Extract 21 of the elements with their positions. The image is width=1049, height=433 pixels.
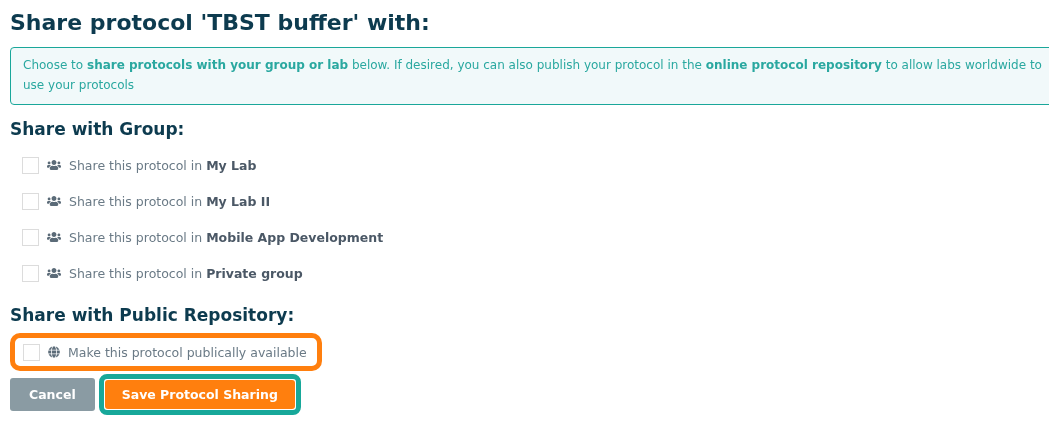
cancel-button[interactable]: Cancel — [10, 378, 95, 411]
checkbox[interactable] — [22, 264, 39, 282]
option-label: Make this protocol publically available — [68, 344, 307, 360]
page-title: Share protocol 'TBST buffer' with: — [10, 10, 431, 35]
save-button[interactable]: Save Protocol Sharing — [104, 380, 295, 409]
checkbox[interactable] — [22, 156, 39, 174]
checkbox[interactable] — [22, 228, 39, 246]
option-label: Share this protocol in My Lab — [69, 157, 257, 173]
section-heading: Share with Public Repository: — [10, 305, 296, 325]
group-icon — [47, 266, 61, 280]
info-message: Choose to share protocols with your group or lab below. If desired, you can also publish your protocol in the online protocol repository to allow labs worldwide to use your protocols — [10, 47, 1049, 105]
group-icon — [47, 158, 61, 172]
group-icon — [47, 230, 61, 244]
checkbox[interactable] — [23, 343, 40, 361]
option-label: Share this protocol in Private group — [69, 265, 303, 281]
section-heading: Share with Group: — [10, 119, 186, 139]
checkbox[interactable] — [22, 192, 39, 210]
option-label: Share this protocol in Mobile App Development — [69, 229, 384, 245]
globe-icon — [48, 346, 60, 358]
option-label: Share this protocol in My Lab II — [69, 193, 271, 209]
group-icon — [47, 194, 61, 208]
